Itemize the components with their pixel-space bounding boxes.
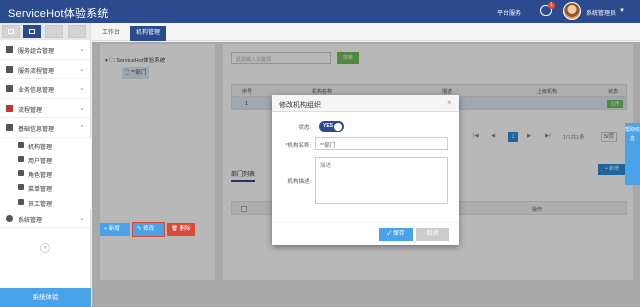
- org-name-field[interactable]: **部门: [315, 137, 448, 150]
- user-menu-caret-icon[interactable]: ▼: [619, 8, 625, 14]
- sidebar-user-icon[interactable]: [2, 25, 20, 38]
- sidebar-tool4-icon[interactable]: [68, 25, 86, 38]
- menu-grid-icon: [18, 184, 24, 191]
- user-name[interactable]: 系统管理员: [586, 8, 616, 17]
- sidebar-toolbar: [0, 23, 90, 40]
- sidebar-menu: 服务组合管理 ⌄ 服务流程管理 ⌄ 业务信息管理 ⌄ 流程管理 ⌄ 基础信息管理…: [0, 40, 91, 229]
- edit-button[interactable]: ✎ 修改: [132, 222, 165, 237]
- sidebar-item-label: 服务流程管理: [18, 68, 55, 75]
- sidebar-item-label: 基础信息管理: [18, 127, 55, 133]
- delete-button[interactable]: 🗑 删除: [167, 223, 195, 236]
- sidebar-subitem-label: 员工管理: [28, 201, 53, 208]
- save-button[interactable]: ✓ 保存: [379, 228, 413, 241]
- process-icon: [6, 104, 13, 112]
- org-desc-label: 机构描述:: [287, 179, 311, 185]
- grid-icon: [6, 65, 13, 73]
- sidebar-item-business-info[interactable]: 业务信息管理 ⌄: [0, 79, 91, 99]
- app-title: ServiceHot体验系统: [8, 8, 109, 20]
- sidebar-item-label: 服务组合管理: [18, 49, 55, 55]
- sidebar-item-basic-info[interactable]: 基础信息管理 ⌄: [0, 118, 91, 138]
- sidebar-subitem-label: 菜单管理: [28, 187, 53, 194]
- top-bar: ServiceHot体验系统 平台服务 1 系统管理员 ▼: [0, 0, 640, 23]
- org-icon: [18, 141, 24, 148]
- sidebar-subitem-label: 机构管理: [28, 144, 53, 151]
- tab-org-management[interactable]: 机构管理: [130, 26, 167, 41]
- role-icon: [18, 170, 24, 177]
- sidebar-collapse-button[interactable]: «: [40, 243, 50, 253]
- sidebar-subitem-label: 角色管理: [28, 173, 53, 180]
- dialog-header: 修改机构组织 ×: [272, 95, 459, 112]
- tab-bar: 工作台 机构管理: [92, 23, 640, 41]
- sidebar-tool3-icon[interactable]: [45, 25, 63, 38]
- status-toggle[interactable]: YES: [319, 121, 344, 132]
- sidebar-subitem-menu[interactable]: 菜单管理: [0, 180, 91, 194]
- sidebar-item-process[interactable]: 流程管理 ⌄: [0, 99, 91, 118]
- sidebar: 服务组合管理 ⌄ 服务流程管理 ⌄ 业务信息管理 ⌄ 流程管理 ⌄ 基础信息管理…: [0, 23, 91, 307]
- chevron-down-icon: ⌄: [79, 65, 85, 73]
- cancel-button[interactable]: 取消: [416, 228, 449, 241]
- org-name-label: *机构名称:: [285, 143, 311, 149]
- sidebar-item-system[interactable]: 系统管理 ⌄: [0, 209, 91, 229]
- edit-org-dialog: 修改机构组织 × 状态: YES *机构名称: **部门 机构描述: 描述 ✓ …: [272, 95, 459, 245]
- sidebar-subitem-employee[interactable]: 员工管理: [0, 195, 91, 209]
- chevron-down-icon: ⌄: [79, 214, 85, 222]
- sidebar-item-label: 流程管理: [18, 107, 43, 114]
- dialog-title: 修改机构组织: [279, 102, 321, 109]
- chevron-down-icon: ⌄: [79, 104, 85, 112]
- message-badge: 1: [548, 2, 555, 9]
- grid-icon: [6, 124, 13, 131]
- sidebar-item-label: 系统管理: [18, 217, 43, 224]
- sidebar-submenu: 机构管理 用户管理 角色管理 菜单管理 员工管理: [0, 137, 91, 209]
- help-float-tab[interactable]: 帮助信息: [625, 123, 640, 185]
- sidebar-monitor-icon[interactable]: [23, 25, 41, 38]
- dialog-footer: ✓ 保存 取消: [272, 222, 459, 245]
- search-icon: [6, 214, 13, 222]
- chevron-down-icon: ⌄: [79, 46, 85, 53]
- sidebar-subitem-org[interactable]: 机构管理: [0, 138, 91, 152]
- close-icon[interactable]: ×: [447, 98, 452, 107]
- users-icon: [18, 155, 24, 162]
- tab-workbench[interactable]: 工作台: [96, 26, 126, 41]
- sidebar-item-label: 业务信息管理: [18, 88, 55, 94]
- toggle-text: YES: [323, 123, 334, 129]
- platform-service-link[interactable]: 平台服务: [497, 8, 521, 17]
- table-icon: [6, 85, 13, 92]
- sidebar-subitem-role[interactable]: 角色管理: [0, 166, 91, 180]
- sidebar-item-service-combo[interactable]: 服务组合管理 ⌄: [0, 40, 91, 60]
- toggle-knob: [334, 122, 342, 131]
- avatar[interactable]: [563, 2, 581, 20]
- sidebar-subitem-user[interactable]: 用户管理: [0, 152, 91, 166]
- sidebar-subitem-label: 用户管理: [28, 158, 53, 165]
- chevron-up-icon: ⌄: [79, 123, 85, 130]
- status-label: 状态:: [298, 125, 311, 131]
- org-desc-field[interactable]: 描述: [315, 157, 448, 204]
- system-experience-button[interactable]: 系统体验: [0, 288, 91, 307]
- add-button[interactable]: + 新增: [100, 223, 130, 236]
- employee-icon: [18, 198, 24, 205]
- grid-icon: [6, 46, 13, 53]
- sidebar-item-service-flow[interactable]: 服务流程管理 ⌄: [0, 60, 91, 79]
- chevron-down-icon: ⌄: [79, 85, 85, 92]
